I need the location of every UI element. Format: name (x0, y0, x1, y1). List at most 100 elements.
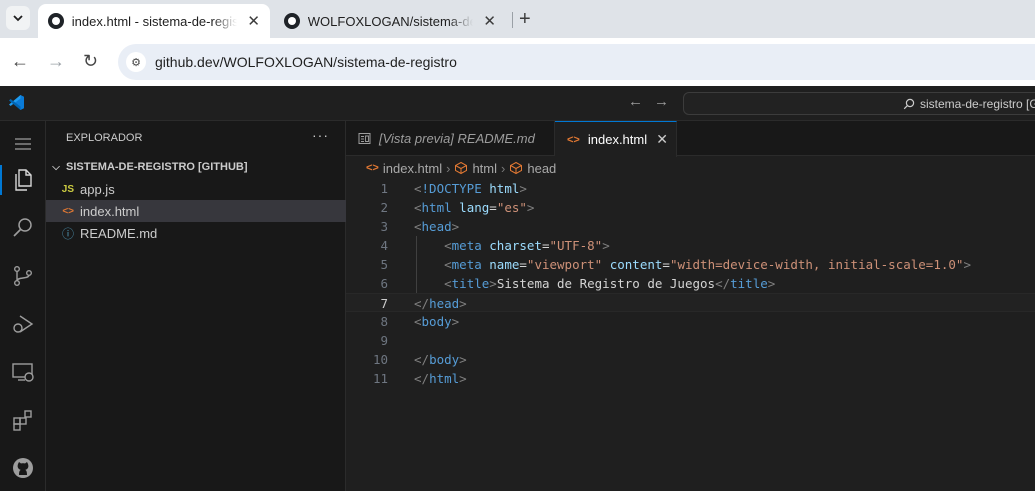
editor-tab-readme-preview[interactable]: [Vista previa] README.md (346, 121, 555, 156)
breadcrumb: <> index.html › html › head (346, 157, 1035, 179)
remote-explorer-icon (12, 363, 34, 382)
line-number: 11 (372, 371, 388, 386)
code-line[interactable]: 7 </head> (346, 293, 1035, 312)
file-item-readme[interactable]: ⓘ README.md (46, 222, 346, 244)
code-line[interactable]: 3 <head> (346, 217, 1035, 236)
browser-tab[interactable]: WOLFOXLOGAN/sistema-de-registro ✕ (274, 4, 506, 38)
code-line[interactable]: 5 <meta name="viewport" content="width=d… (346, 255, 1035, 274)
code-token: </ (414, 352, 430, 367)
omnibox[interactable]: ⚙ github.dev/WOLFOXLOGAN/sistema-de-regi… (118, 44, 1035, 80)
go-back-button[interactable]: ← (628, 93, 643, 110)
javascript-file-icon: JS (61, 183, 74, 195)
command-center-search[interactable]: sistema-de-registro [G (683, 92, 1035, 115)
github-icon (13, 458, 33, 478)
close-tab-icon[interactable]: ✕ (247, 12, 260, 30)
github-button[interactable] (0, 445, 46, 491)
breadcrumb-item[interactable]: head (527, 161, 556, 176)
browser-tab-title: index.html - sistema-de-registro (71, 13, 238, 29)
vscode-logo-icon (9, 95, 24, 110)
code-token: "UTF-8" (549, 238, 603, 253)
editor-tab-index-html[interactable]: <> index.html ✕ (555, 121, 677, 157)
source-control-button[interactable] (0, 253, 46, 299)
remote-explorer-button[interactable] (0, 349, 46, 395)
file-item-app-js[interactable]: JS app.js (46, 178, 346, 200)
code-token: </ (414, 296, 430, 311)
preview-icon (358, 133, 371, 144)
code-text: </head> (414, 294, 467, 313)
browser-tab-strip: index.html - sistema-de-registro ✕ WOLFO… (0, 0, 1035, 38)
code-line[interactable]: 2 <html lang="es"> (346, 198, 1035, 217)
code-line[interactable]: 8 <body> (346, 312, 1035, 331)
code-line[interactable]: 1 <!DOCTYPE html> (346, 179, 1035, 198)
tab-search-button[interactable] (6, 6, 30, 30)
forward-button[interactable]: → (47, 51, 65, 72)
more-actions-button[interactable]: ··· (312, 127, 329, 143)
code-token: </ (715, 276, 731, 291)
code-text: <title>Sistema de Registro de Juegos</ti… (414, 274, 775, 293)
html-file-icon: <> (366, 162, 379, 174)
code-token: Sistema de Registro de Juegos (496, 276, 716, 291)
site-info-icon[interactable]: ⚙ (126, 52, 146, 72)
code-token: = (519, 257, 527, 272)
run-debug-button[interactable] (0, 301, 46, 347)
editor-tab-label: [Vista previa] README.md (379, 131, 535, 146)
reload-button[interactable]: ↻ (83, 51, 98, 72)
code-line[interactable]: 4 <meta charset="UTF-8"> (346, 236, 1035, 255)
code-token: body (421, 314, 452, 329)
indent-guide (416, 236, 417, 293)
github-favicon-icon (48, 13, 64, 29)
code-token: < (414, 200, 422, 215)
code-line[interactable]: 10 </body> (346, 350, 1035, 369)
new-tab-button[interactable]: + (519, 8, 531, 31)
code-token: lang (459, 200, 490, 215)
file-name: app.js (80, 181, 115, 197)
search-icon (13, 218, 32, 237)
code-token: > (526, 200, 535, 215)
chevron-right-icon: › (446, 160, 451, 176)
file-item-index-html[interactable]: <> index.html (46, 200, 346, 222)
code-token: body (429, 352, 460, 367)
code-token: = (489, 200, 497, 215)
code-token: > (451, 219, 460, 234)
extensions-button[interactable] (0, 397, 46, 443)
code-token: > (602, 238, 610, 253)
element-icon (455, 161, 468, 175)
github-favicon-icon (284, 13, 300, 29)
breadcrumb-item[interactable]: index.html (383, 161, 442, 176)
close-editor-icon[interactable]: ✕ (656, 131, 668, 148)
breadcrumb-item[interactable]: html (472, 161, 497, 176)
browser-tab-active[interactable]: index.html - sistema-de-registro ✕ (38, 4, 270, 38)
command-center-label: sistema-de-registro [G (920, 97, 1035, 111)
tab-divider (512, 12, 513, 28)
code-token: > (963, 257, 971, 272)
code-line[interactable]: 6 <title>Sistema de Registro de Juegos</… (346, 274, 1035, 293)
code-token: = (541, 238, 550, 253)
code-editor[interactable]: 1 <!DOCTYPE html> 2 <html lang="es"> 3 <head>… (346, 178, 1035, 491)
file-name: README.md (80, 225, 158, 241)
url-text[interactable]: github.dev/WOLFOXLOGAN/sistema-de-regist… (155, 54, 457, 70)
address-bar: ← → ↻ ⚙ github.dev/WOLFOXLOGAN/sistema-d… (0, 38, 1035, 86)
code-text: <meta charset="UTF-8"> (414, 236, 610, 255)
code-token: "es" (496, 200, 527, 215)
code-token: "width=device-width, initial-scale=1.0" (669, 257, 964, 272)
code-text: </body> (414, 350, 467, 369)
code-line[interactable]: 9 (346, 331, 1035, 350)
search-icon (903, 98, 915, 110)
code-token: head (421, 219, 452, 234)
folder-name: SISTEMA-DE-REGISTRO [GITHUB] (66, 161, 248, 173)
close-tab-icon[interactable]: ✕ (483, 12, 496, 30)
search-view-button[interactable] (0, 205, 46, 251)
code-token: !DOCTYPE (421, 181, 482, 196)
folder-row[interactable]: ⌵ SISTEMA-DE-REGISTRO [GITHUB] (46, 156, 346, 178)
back-button[interactable]: ← (11, 51, 29, 72)
code-token: > (459, 296, 467, 311)
code-token: charset (489, 238, 542, 253)
code-token: content (609, 257, 663, 272)
html-file-icon: <> (62, 205, 74, 217)
code-token: head (429, 296, 460, 311)
explorer-button[interactable] (0, 157, 46, 203)
code-token: meta (451, 257, 482, 272)
go-forward-button[interactable]: → (654, 93, 669, 110)
code-line[interactable]: 11 </html> (346, 369, 1035, 388)
